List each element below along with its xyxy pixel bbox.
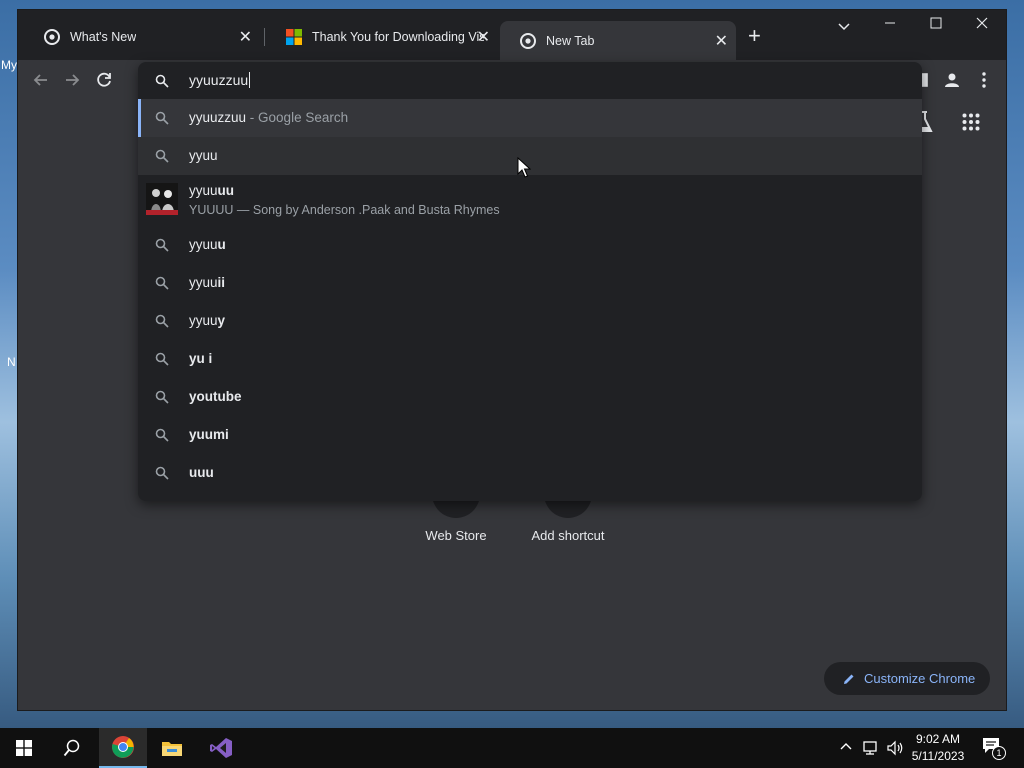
taskbar-file-explorer[interactable] [148, 728, 196, 768]
search-icon [155, 352, 169, 366]
taskbar-visual-studio[interactable] [197, 728, 245, 768]
taskbar-chrome[interactable] [99, 728, 147, 768]
album-art-thumbnail [146, 183, 178, 215]
search-icon [155, 390, 169, 404]
forward-icon[interactable] [61, 69, 83, 91]
suggestion-text: yyuu [189, 313, 218, 328]
suggestion-item[interactable]: youtube [138, 378, 922, 416]
desktop-icon-label: N [7, 355, 16, 369]
suggestion-item[interactable]: yuumi [138, 416, 922, 454]
suggestion-item[interactable]: yu i [138, 340, 922, 378]
tab-new-tab[interactable]: New Tab ✕ [500, 21, 736, 60]
suggestion-subtitle: YUUUU — Song by Anderson .Paak and Busta… [189, 203, 500, 217]
tab-whats-new[interactable]: What's New ✕ [24, 21, 260, 52]
search-icon [155, 111, 169, 125]
system-clock[interactable]: 9:02 AM 5/11/2023 [904, 731, 972, 765]
suggestion-item[interactable]: yyuuu [138, 226, 922, 264]
tab-strip: What's New ✕ Thank You for Downloading V… [18, 10, 1006, 60]
maximize-button[interactable] [930, 16, 942, 33]
suggestion-match: ii [217, 275, 226, 290]
new-tab-button[interactable]: + [748, 25, 761, 47]
taskbar: 9:02 AM 5/11/2023 1 [0, 728, 1024, 768]
reload-icon[interactable] [93, 69, 115, 91]
search-icon [155, 238, 169, 252]
address-input[interactable]: yyuuzzuu [189, 72, 251, 88]
pencil-icon [844, 674, 854, 684]
shortcut-label: Add shortcut [531, 528, 605, 543]
suggestion-suffix: - Google Search [246, 110, 349, 125]
back-icon[interactable] [30, 69, 52, 91]
windows-icon [16, 740, 32, 756]
suggestion-match: yu i [189, 351, 213, 366]
suggestion-match: uuu [189, 465, 214, 480]
notification-count-badge: 1 [992, 746, 1006, 760]
clock-date: 5/11/2023 [911, 749, 965, 763]
microsoft-icon [286, 28, 302, 45]
suggestion-item[interactable]: yyuuzzuu - Google Search [138, 99, 922, 137]
suggestion-match: youtube [189, 389, 242, 404]
search-icon [155, 276, 169, 290]
search-icon [155, 74, 169, 88]
address-bar[interactable]: yyuuzzuu [138, 62, 922, 99]
taskbar-search-button[interactable] [48, 728, 96, 768]
mouse-cursor-icon [517, 157, 531, 178]
tab-visual-studio[interactable]: Thank You for Downloading Visu ✕ [266, 21, 498, 52]
suggestion-text: yyuu [189, 237, 218, 252]
tab-search-icon[interactable] [838, 18, 850, 35]
chrome-icon [112, 736, 134, 758]
close-icon[interactable]: ✕ [239, 27, 252, 47]
suggestion-match: uu [217, 183, 235, 198]
suggestion-text: yyuuzzuu [189, 110, 247, 125]
search-icon [63, 739, 80, 757]
suggestion-item[interactable]: uuu [138, 454, 922, 492]
desktop-icon-label: My [1, 58, 17, 72]
browser-window: What's New ✕ Thank You for Downloading V… [18, 10, 1006, 710]
visual-studio-icon [210, 738, 232, 758]
search-icon [155, 149, 169, 163]
chrome-icon [44, 28, 60, 45]
suggestion-item[interactable]: yyuuy [138, 302, 922, 340]
customize-chrome-button[interactable]: Customize Chrome [824, 662, 990, 695]
suggestion-item-entity[interactable]: yyuuuu YUUUU — Song by Anderson .Paak an… [138, 175, 922, 225]
action-center-button[interactable]: 1 [982, 737, 1006, 760]
chrome-icon [520, 32, 536, 49]
minimize-button[interactable] [884, 16, 896, 33]
customize-label: Customize Chrome [864, 671, 976, 686]
tab-title: New Tab [546, 33, 595, 48]
network-icon[interactable] [863, 740, 881, 756]
close-icon[interactable]: ✕ [715, 31, 728, 51]
suggestion-match: u [217, 237, 226, 252]
suggestion-match: yuumi [189, 427, 229, 442]
volume-icon[interactable] [886, 740, 904, 756]
omnibox-popup: yyuuzzuu yyuuzzuu - Google Search yyuu y… [138, 62, 922, 501]
suggestion-text: yyuu [189, 148, 218, 163]
tab-title: Thank You for Downloading Visu [312, 29, 484, 44]
clock-time: 9:02 AM [915, 732, 961, 746]
start-button[interactable] [0, 728, 48, 768]
close-window-button[interactable] [976, 16, 988, 33]
suggestion-text: yyuu [189, 183, 218, 198]
suggestion-item[interactable]: yyuuii [138, 264, 922, 302]
suggestion-match: y [217, 313, 226, 328]
apps-grid-icon[interactable] [962, 113, 980, 131]
menu-icon[interactable] [980, 71, 988, 89]
close-icon[interactable]: ✕ [477, 27, 490, 47]
suggestion-text: yyuu [189, 275, 218, 290]
shortcut-label: Web Store [425, 528, 487, 543]
chevron-up-icon[interactable] [840, 742, 852, 750]
folder-icon [162, 742, 182, 756]
search-icon [155, 314, 169, 328]
search-icon [155, 428, 169, 442]
tab-title: What's New [70, 29, 137, 44]
search-icon [155, 466, 169, 480]
profile-icon[interactable] [943, 71, 961, 89]
